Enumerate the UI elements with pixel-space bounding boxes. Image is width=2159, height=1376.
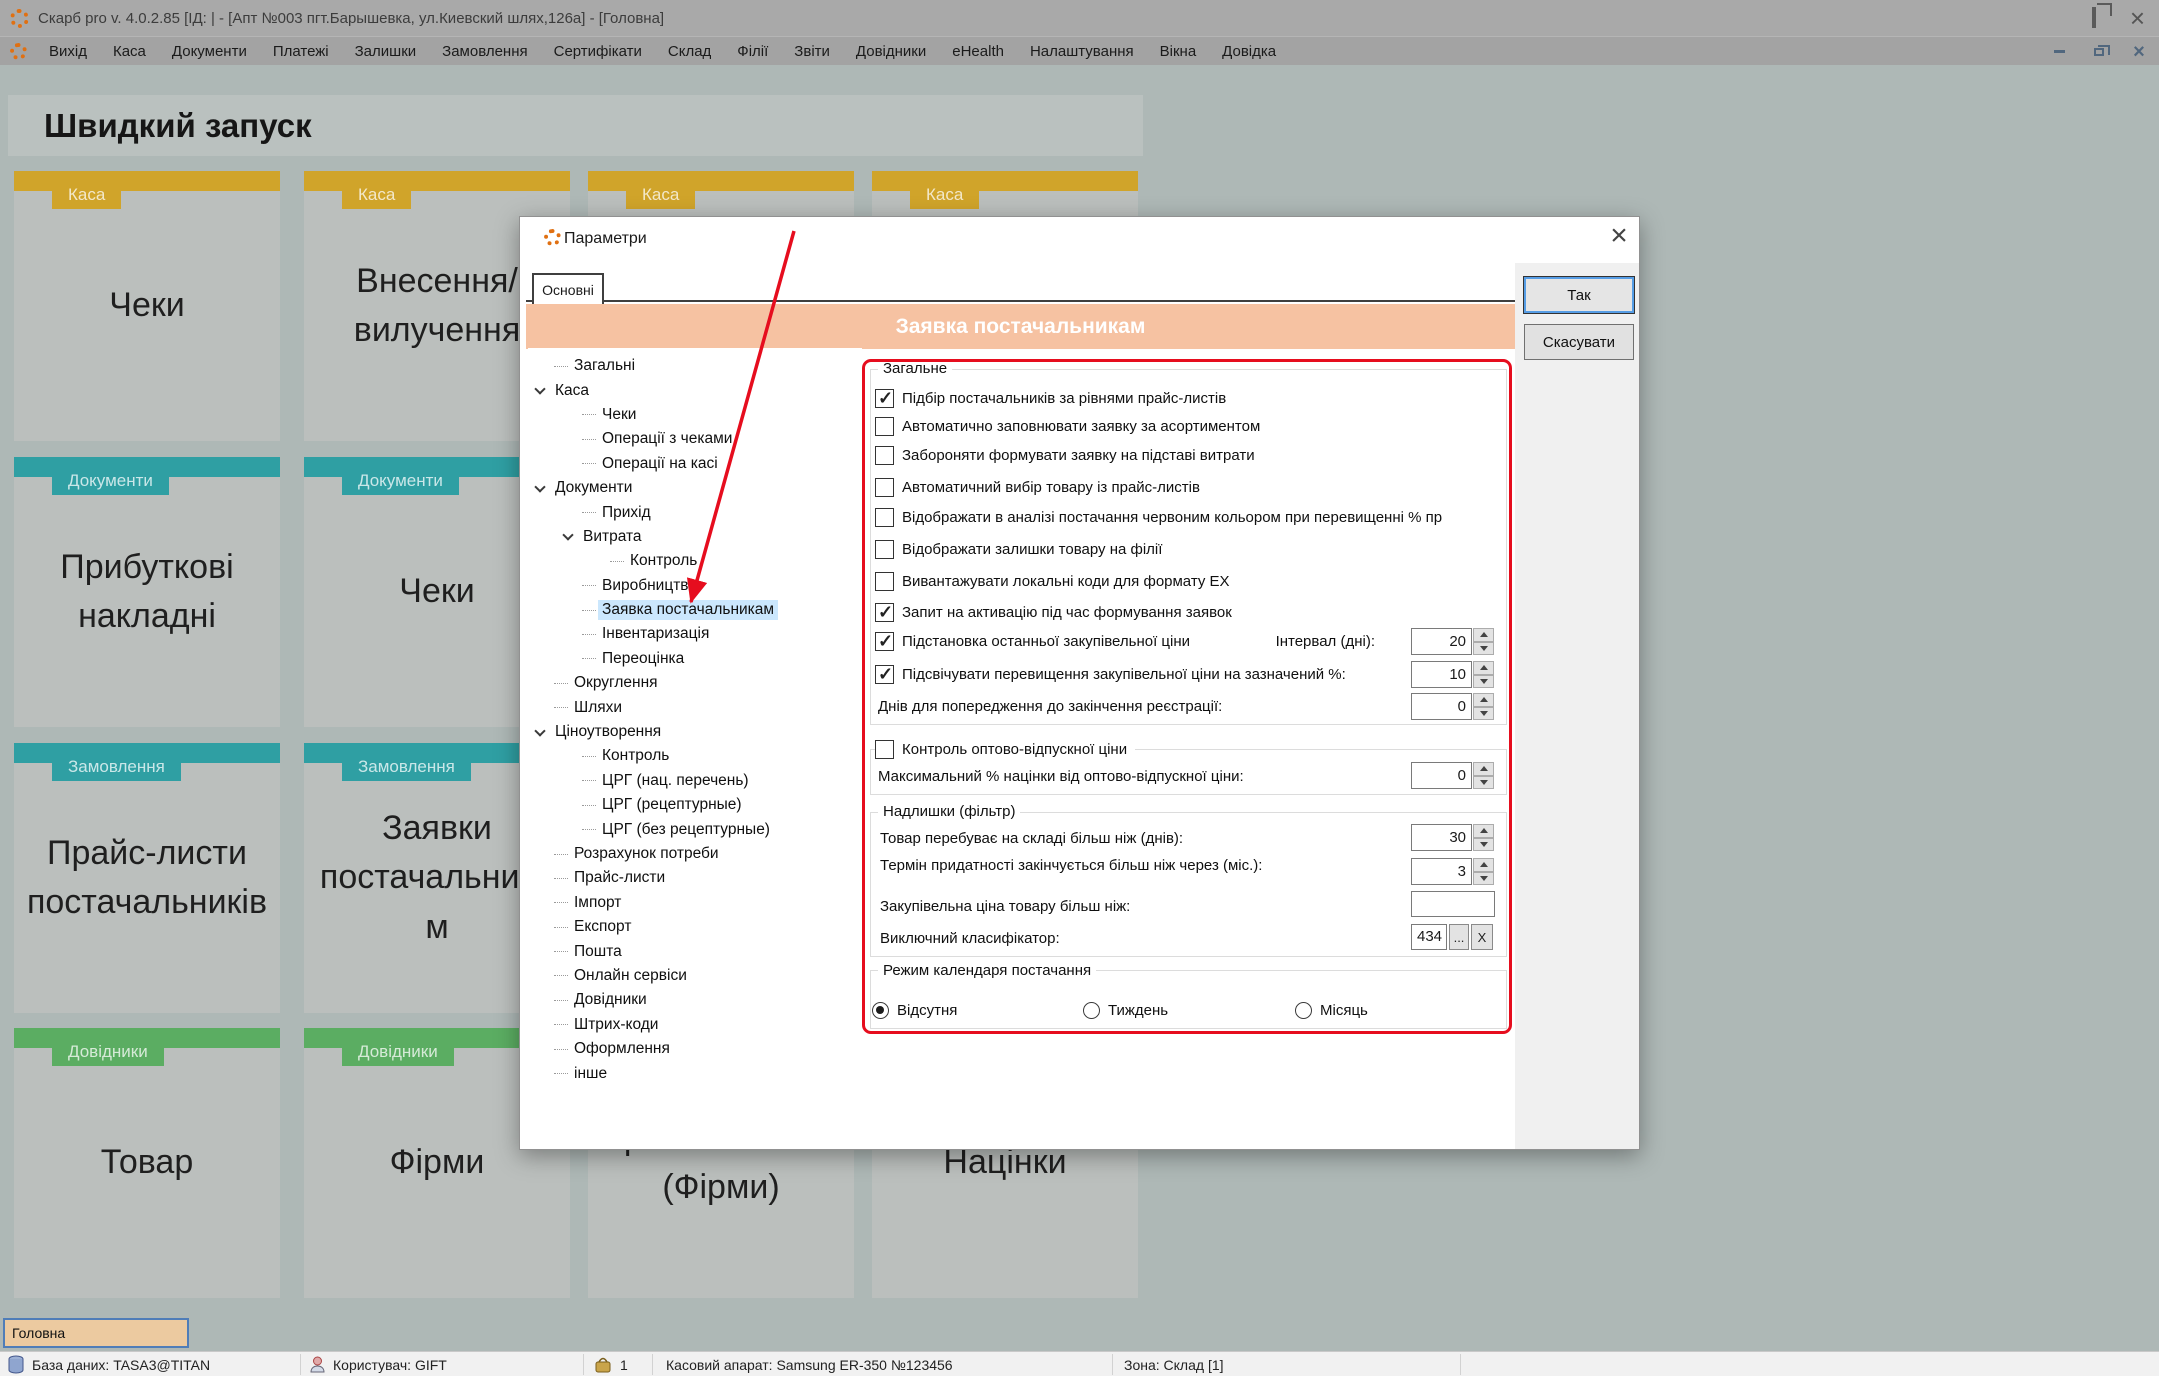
mdi-restore-icon[interactable] bbox=[2079, 37, 2119, 66]
dialog-button-strip bbox=[1515, 263, 1639, 1149]
dialog-logo-icon bbox=[544, 229, 561, 246]
tree-item-shtrykh-kody[interactable]: Штрих-коди bbox=[528, 1013, 862, 1037]
user-icon bbox=[310, 1356, 325, 1373]
database-icon bbox=[8, 1355, 24, 1374]
menu-orders[interactable]: Замовлення bbox=[429, 43, 540, 60]
statusbar-database: База даних: TASA3@TITAN bbox=[32, 1357, 210, 1373]
tree-item-onlain-servisy[interactable]: Онлайн сервіси bbox=[528, 964, 862, 988]
chevron-down-icon[interactable] bbox=[534, 725, 545, 736]
tree-item-price-lysty[interactable]: Прайс-листи bbox=[528, 866, 862, 890]
dialog-close-icon[interactable]: × bbox=[1602, 219, 1636, 253]
menu-references[interactable]: Довідники bbox=[843, 43, 939, 60]
tree-item-dovidnyky[interactable]: Довідники bbox=[528, 988, 862, 1012]
page-title: Швидкий запуск bbox=[44, 107, 312, 145]
tab-osnovni-label: Основні bbox=[542, 282, 594, 298]
annotation-rectangle bbox=[862, 359, 1512, 1034]
device-count-icon bbox=[594, 1357, 612, 1373]
menu-exit[interactable]: Вихід bbox=[36, 43, 100, 60]
tile-label: Чеки bbox=[22, 171, 272, 441]
tree-item-eksport[interactable]: Експорт bbox=[528, 915, 862, 939]
menu-payments[interactable]: Платежі bbox=[260, 43, 342, 60]
tree-item-poshta[interactable]: Пошта bbox=[528, 939, 862, 963]
tile-label: Прайс-листи постачальників bbox=[22, 743, 272, 1013]
menu-documents[interactable]: Документи bbox=[159, 43, 260, 60]
app-logo-icon bbox=[10, 9, 29, 28]
ok-button-label: Так bbox=[1567, 287, 1590, 304]
menu-reports[interactable]: Звіти bbox=[781, 43, 843, 60]
cancel-button-label: Скасувати bbox=[1543, 334, 1615, 351]
menubar: Вихід Каса Документи Платежі Залишки Зам… bbox=[0, 36, 2159, 65]
tile-cheky-kasa[interactable]: Каса Чеки bbox=[14, 171, 280, 441]
statusbar-zone: Зона: Склад [1] bbox=[1124, 1357, 1224, 1373]
menu-certificates[interactable]: Сертифікати bbox=[541, 43, 655, 60]
tree-item-pereotsinka[interactable]: Переоцінка bbox=[528, 647, 862, 671]
menu-branches[interactable]: Філії bbox=[724, 43, 781, 60]
menu-ehealth[interactable]: eHealth bbox=[939, 43, 1017, 60]
tree-item-tsinoutvorennya[interactable]: Ціноутворення bbox=[528, 720, 862, 744]
menu-windows[interactable]: Вікна bbox=[1147, 43, 1210, 60]
cancel-button[interactable]: Скасувати bbox=[1524, 324, 1634, 360]
mdi-minimize-icon[interactable] bbox=[2039, 37, 2079, 66]
tree-item-oformlennya[interactable]: Оформлення bbox=[528, 1037, 862, 1061]
statusbar-user: Користувач: GIFT bbox=[333, 1357, 447, 1373]
tree-item-rozrakhunok-potreby[interactable]: Розрахунок потреби bbox=[528, 842, 862, 866]
tile-label: Товар bbox=[22, 1028, 272, 1298]
tree-item-inventaryzatsiya[interactable]: Інвентаризація bbox=[528, 622, 862, 646]
menu-warehouse[interactable]: Склад bbox=[655, 43, 724, 60]
window-titlebar: Скарб pro v. 4.0.2.85 [ІД: | - [Апт №003… bbox=[0, 0, 2159, 36]
dialog-title: Параметри bbox=[564, 230, 647, 248]
tree-item-shlyakhy[interactable]: Шляхи bbox=[528, 695, 862, 719]
tab-osnovni[interactable]: Основні bbox=[532, 273, 604, 304]
annotation-arrow bbox=[640, 222, 860, 622]
tile-label: Прибуткові накладні bbox=[22, 457, 272, 727]
menu-help[interactable]: Довідка bbox=[1209, 43, 1289, 60]
menu-logo-icon bbox=[10, 43, 27, 60]
tree-item-tsrh-retsept[interactable]: ЦРГ (рецептурные) bbox=[528, 793, 862, 817]
tile-tovar[interactable]: Довідники Товар bbox=[14, 1028, 280, 1298]
restore-icon[interactable] bbox=[2092, 9, 2096, 27]
statusbar: База даних: TASA3@TITAN Користувач: GIFT… bbox=[0, 1351, 2159, 1376]
tree-item-tsrh-bez-retsept[interactable]: ЦРГ (без рецептурные) bbox=[528, 817, 862, 841]
tile-price-lists[interactable]: Замовлення Прайс-листи постачальників bbox=[14, 743, 280, 1013]
tree-item-import[interactable]: Імпорт bbox=[528, 891, 862, 915]
tree-item-inshe[interactable]: інше bbox=[528, 1061, 862, 1085]
statusbar-register: Касовий апарат: Samsung ER-350 №123456 bbox=[666, 1357, 953, 1373]
chevron-down-icon[interactable] bbox=[534, 481, 545, 492]
chevron-down-icon[interactable] bbox=[562, 530, 573, 541]
chevron-down-icon[interactable] bbox=[534, 383, 545, 394]
menu-settings[interactable]: Налаштування bbox=[1017, 43, 1147, 60]
tab-holovna[interactable]: Головна bbox=[3, 1318, 189, 1348]
tab-holovna-label: Головна bbox=[12, 1325, 65, 1341]
menu-stock[interactable]: Залишки bbox=[342, 43, 430, 60]
close-icon[interactable]: × bbox=[2130, 8, 2145, 28]
tree-item-okruhlennya[interactable]: Округлення bbox=[528, 671, 862, 695]
tree-item-tsrh-nats[interactable]: ЦРГ (нац. перечень) bbox=[528, 769, 862, 793]
tree-item-kontrol-tsiny[interactable]: Контроль bbox=[528, 744, 862, 768]
mdi-close-icon[interactable]: × bbox=[2119, 37, 2159, 66]
quick-launch-header: Швидкий запуск bbox=[8, 95, 1143, 156]
statusbar-count: 1 bbox=[620, 1357, 628, 1373]
menu-kasa[interactable]: Каса bbox=[100, 43, 159, 60]
tile-prybutkovi-nakladni[interactable]: Документи Прибуткові накладні bbox=[14, 457, 280, 727]
window-title: Скарб pro v. 4.0.2.85 [ІД: | - [Апт №003… bbox=[38, 10, 664, 27]
ok-button[interactable]: Так bbox=[1524, 277, 1634, 313]
